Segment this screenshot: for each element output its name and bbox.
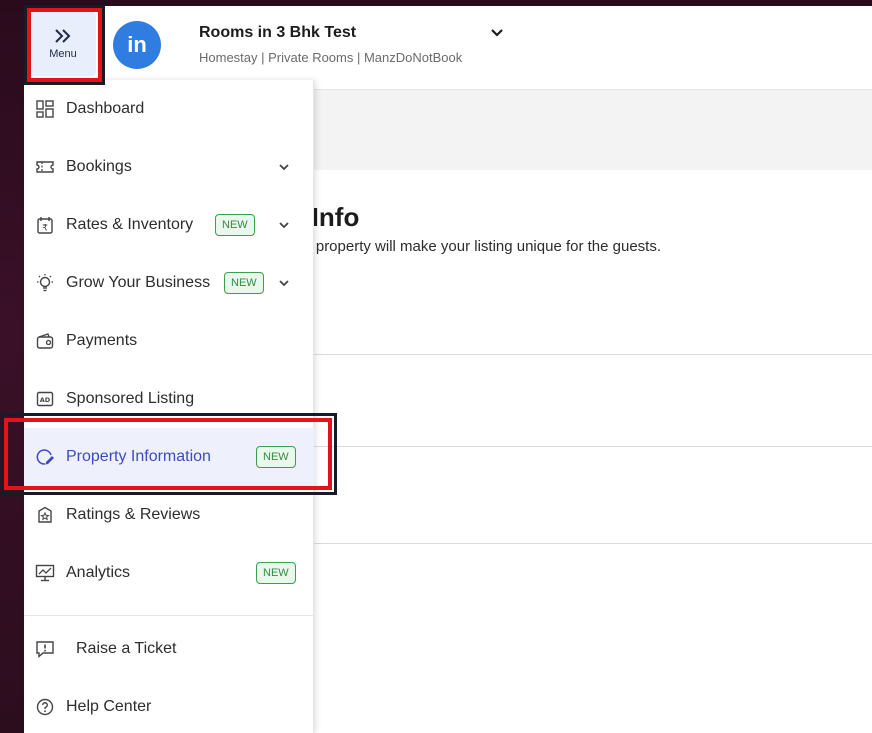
sidebar-item-label: Dashboard	[66, 100, 145, 117]
ad-icon: AD	[35, 389, 55, 409]
property-subtitle: Homestay | Private Rooms | ManzDoNotBook	[199, 50, 463, 65]
sidebar-item-analytics[interactable]: Analytics NEW	[24, 544, 314, 602]
section-divider	[314, 543, 872, 544]
chevron-down-icon[interactable]	[277, 160, 291, 174]
ticket-alert-icon	[35, 639, 55, 659]
sidebar-item-label: Payments	[66, 332, 138, 349]
analytics-icon	[35, 563, 55, 583]
new-badge: NEW	[215, 214, 255, 236]
section-divider	[314, 354, 872, 355]
double-chevron-right-icon	[53, 28, 73, 44]
sidebar-item-label: Help Center	[66, 698, 152, 715]
sidebar-item-label: Ratings & Reviews	[66, 506, 201, 523]
sidebar-item-help-center[interactable]: Help Center	[24, 678, 314, 733]
sidebar-item-label: Bookings	[66, 158, 132, 175]
ticket-icon	[35, 157, 55, 177]
sidebar-item-dashboard[interactable]: Dashboard	[24, 80, 314, 138]
rupee-calendar-icon: ₹	[35, 215, 55, 235]
rating-icon	[35, 505, 55, 525]
sidebar-item-label: Rates & Inventory	[66, 216, 194, 233]
menu-button[interactable]: Menu	[30, 12, 96, 76]
property-edit-icon	[35, 447, 55, 467]
avatar[interactable]: in	[113, 21, 161, 69]
sidebar-item-label: Sponsored Listing	[66, 390, 195, 407]
new-badge: NEW	[256, 562, 296, 584]
sidebar-item-label: Analytics	[66, 564, 131, 581]
sidebar: Dashboard Bookings ₹ Rates & Inventory N…	[24, 80, 314, 733]
new-badge: NEW	[256, 446, 296, 468]
sidebar-item-label: Raise a Ticket	[76, 640, 177, 657]
lightbulb-icon	[35, 273, 55, 293]
wallet-icon	[35, 331, 55, 351]
svg-text:AD: AD	[40, 396, 51, 404]
chevron-down-icon[interactable]	[277, 276, 291, 290]
sidebar-item-sponsored-listing[interactable]: AD Sponsored Listing	[24, 370, 314, 428]
new-badge: NEW	[224, 272, 264, 294]
dashboard-icon	[35, 99, 55, 119]
sidebar-item-bookings[interactable]: Bookings	[24, 138, 314, 196]
menu-label: Menu	[49, 48, 77, 60]
svg-text:₹: ₹	[42, 224, 48, 234]
avatar-text: in	[127, 32, 147, 57]
property-switch-chevron-down-icon[interactable]	[490, 26, 504, 40]
sidebar-item-ratings-reviews[interactable]: Ratings & Reviews	[24, 486, 314, 544]
chevron-down-icon[interactable]	[277, 218, 291, 232]
property-name: Rooms in 3 Bhk Test	[199, 24, 357, 41]
sidebar-item-property-information[interactable]: Property Information NEW	[24, 428, 314, 486]
sidebar-item-label: Grow Your Business	[66, 274, 211, 291]
sidebar-item-grow-your-business[interactable]: Grow Your Business NEW	[24, 254, 314, 312]
help-icon	[35, 697, 55, 717]
sidebar-item-label: Property Information	[66, 448, 211, 465]
sidebar-item-raise-ticket[interactable]: Raise a Ticket	[24, 620, 314, 678]
sidebar-divider	[24, 615, 314, 616]
section-divider	[314, 446, 872, 447]
top-bar: Menu in Rooms in 3 Bhk Test Homestay | P…	[24, 6, 872, 90]
sidebar-item-payments[interactable]: Payments	[24, 312, 314, 370]
sidebar-item-rates-inventory[interactable]: ₹ Rates & Inventory NEW	[24, 196, 314, 254]
